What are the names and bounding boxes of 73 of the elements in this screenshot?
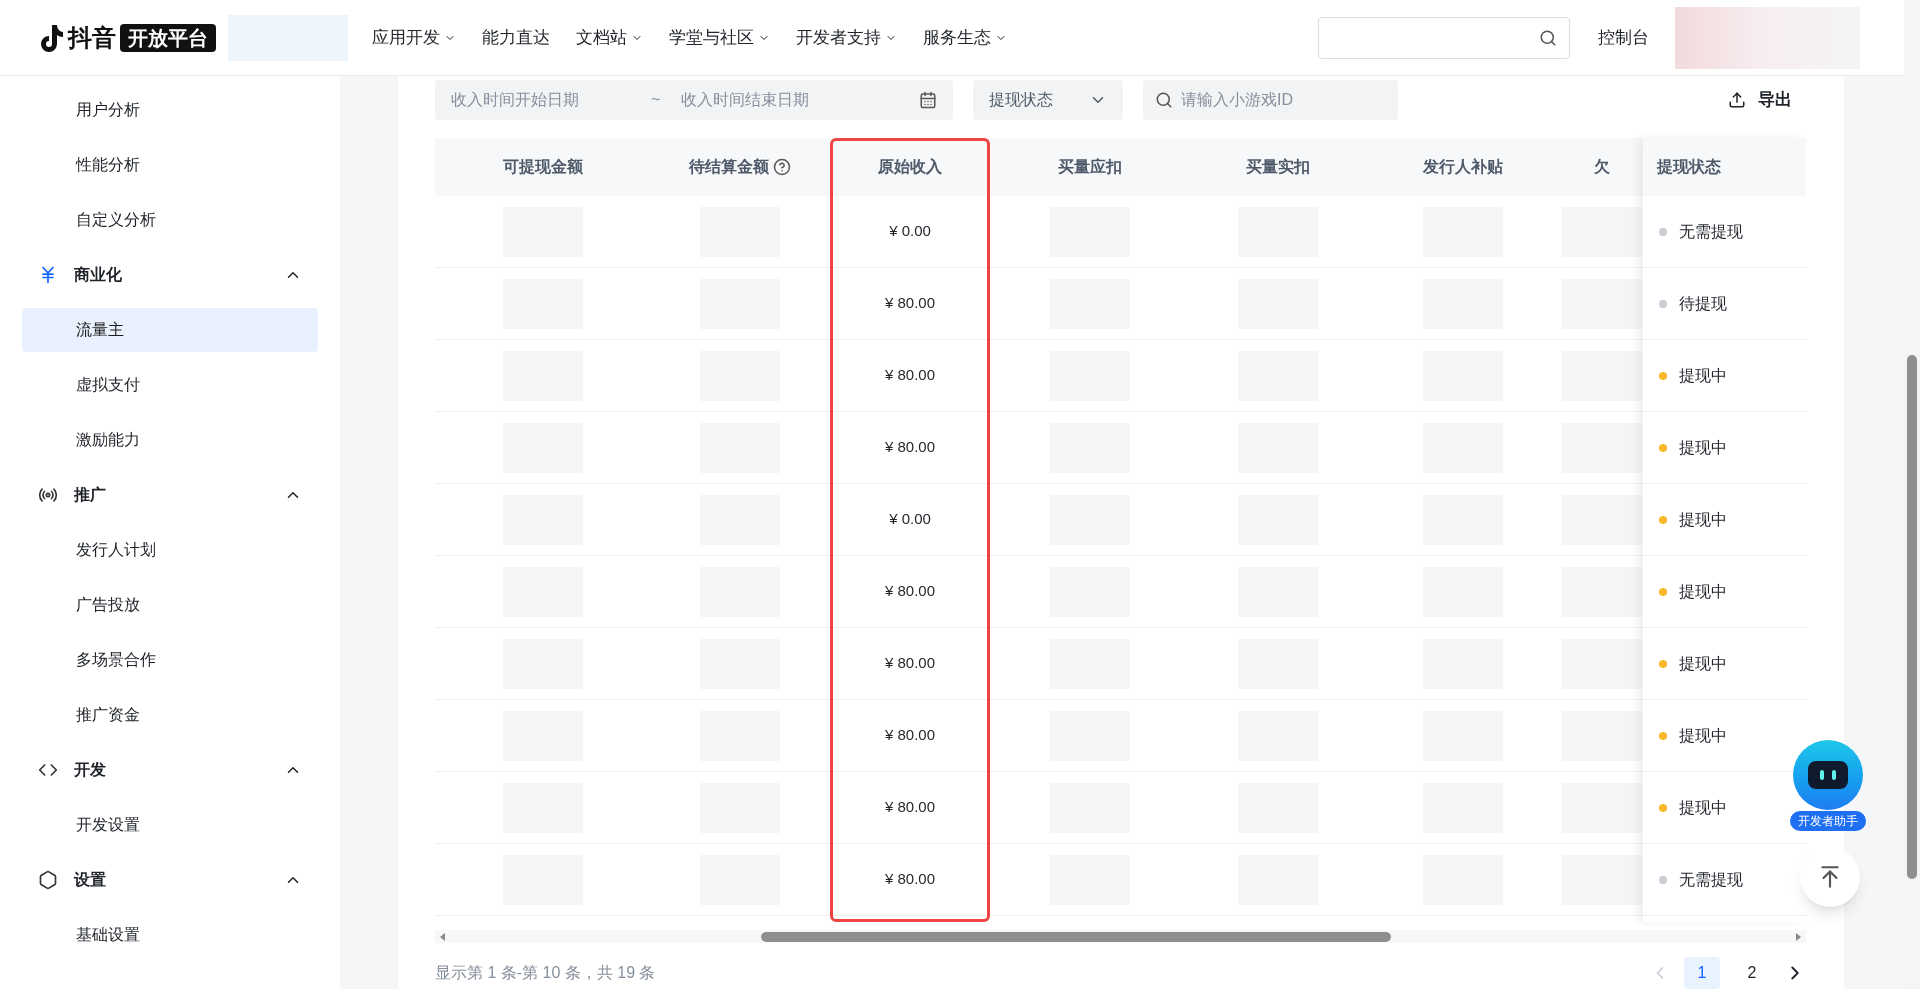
platform-badge: 开放平台 (120, 23, 216, 52)
upload-icon (1728, 91, 1746, 109)
hexagon-icon (38, 870, 58, 890)
status-text: 无需提现 (1679, 221, 1743, 242)
scrollbar-thumb[interactable] (761, 931, 1391, 942)
table-cell-text: ¥ 0.00 (889, 221, 931, 242)
calendar-icon (919, 91, 937, 109)
export-button[interactable]: 导出 (1728, 87, 1792, 113)
sidebar-item[interactable]: 基础设置 (22, 913, 318, 957)
nav-item[interactable]: 文档站 (576, 24, 643, 51)
sidebar-item[interactable]: 虚拟支付 (22, 363, 318, 407)
nav-item[interactable]: 能力直达 (482, 24, 550, 51)
status-text: 提现中 (1679, 581, 1727, 602)
console-link[interactable]: 控制台 (1598, 24, 1649, 51)
sidebar-item[interactable]: 自定义分析 (22, 198, 318, 242)
status-text: 提现中 (1679, 797, 1727, 818)
assistant-label[interactable]: 开发者助手 (1790, 811, 1866, 831)
table-cell-text: ¥ 80.00 (884, 437, 935, 458)
sidebar-group[interactable]: 开发 (22, 748, 318, 792)
pagination-summary: 显示第 1 条-第 10 条，共 19 条 (435, 963, 657, 983)
table-cell-text: ¥ 80.00 (884, 293, 935, 314)
table-cell-text: ¥ 80.00 (884, 653, 935, 674)
status-text: 提现中 (1679, 653, 1727, 674)
status-text: 无需提现 (1679, 869, 1743, 890)
column-header: 可提现金额 (502, 157, 583, 177)
scroll-right-icon[interactable] (1794, 932, 1802, 941)
sidebar-item[interactable]: 广告投放 (22, 583, 318, 627)
search-icon (1539, 28, 1557, 47)
brand-name: 抖音 (68, 22, 116, 53)
column-header: 买量实扣 (1245, 157, 1310, 177)
sidebar-item[interactable]: 多场景合作 (22, 638, 318, 682)
column-header: 待结算金额 (689, 157, 769, 177)
table-cell-text: ¥ 80.00 (884, 365, 935, 386)
table-cell-text: ¥ 80.00 (884, 581, 935, 602)
table-cell-text: ¥ 80.00 (884, 725, 935, 746)
page-button[interactable]: 1 (1684, 957, 1720, 989)
horizontal-scrollbar[interactable] (435, 930, 1806, 943)
sidebar-group[interactable]: 设置 (22, 858, 318, 902)
sidebar-item[interactable]: 用户分析 (22, 88, 318, 132)
broadcast-icon (38, 485, 58, 505)
nav-item[interactable]: 服务生态 (923, 24, 1007, 51)
scroll-left-icon[interactable] (439, 932, 447, 941)
nav-item[interactable]: 开发者支持 (796, 24, 897, 51)
column-header: 提现状态 (1657, 157, 1721, 177)
table-cell-text: ¥ 80.00 (884, 869, 935, 890)
status-text: 提现中 (1679, 725, 1727, 746)
table-cell-text: ¥ 80.00 (884, 797, 935, 818)
page-button[interactable]: 2 (1734, 957, 1770, 989)
help-icon (773, 158, 791, 176)
sidebar-group[interactable]: 推广 (22, 473, 318, 517)
sidebar-item[interactable]: 激励能力 (22, 418, 318, 462)
status-select[interactable]: 提现状态 (973, 80, 1123, 120)
table-cell-text: ¥ 0.00 (889, 509, 931, 530)
sidebar-item[interactable]: 推广资金 (22, 693, 318, 737)
status-text: 提现中 (1679, 365, 1727, 386)
column-header: 买量应扣 (1058, 157, 1122, 177)
sidebar-item[interactable]: 开发设置 (22, 803, 318, 847)
column-header: 发行人补贴 (1422, 157, 1503, 177)
search-icon (1155, 91, 1173, 109)
scrollbar-thumb[interactable] (1907, 355, 1917, 879)
column-header: 欠 (1593, 157, 1610, 177)
sidebar-group[interactable]: 商业化 (22, 253, 318, 297)
sidebar-item[interactable]: 流量主 (22, 308, 318, 352)
sidebar-item[interactable]: 发行人计划 (22, 528, 318, 572)
status-text: 提现中 (1679, 437, 1727, 458)
sidebar-item[interactable]: 性能分析 (22, 143, 318, 187)
status-text: 提现中 (1679, 509, 1727, 530)
nav-item[interactable]: 学堂与社区 (669, 24, 770, 51)
column-header: 原始收入 (878, 157, 942, 177)
search-field[interactable] (1318, 16, 1570, 59)
nav-item[interactable]: 应用开发 (372, 24, 456, 51)
status-text: 待提现 (1679, 293, 1727, 314)
note-logo-icon (38, 22, 64, 53)
